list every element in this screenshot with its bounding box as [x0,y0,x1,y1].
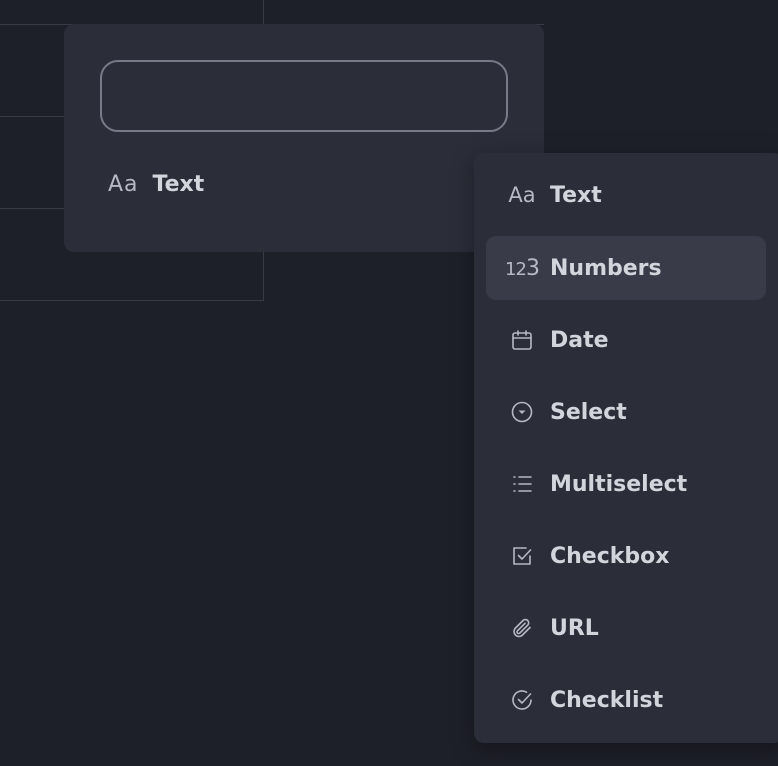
property-type-label: Text [152,171,205,197]
property-type-menu: Aa Text 123 Numbers Date Select Multisel… [474,153,778,743]
text-icon: Aa [508,183,536,207]
menu-item-label: Checklist [550,687,664,713]
menu-item-label: Checkbox [550,543,670,569]
menu-item-multiselect[interactable]: Multiselect [486,452,766,516]
property-editor-panel: Aa Text [64,24,544,252]
select-icon [508,398,536,426]
app-stage: Aa Text Aa Text 123 Numbers Date Select … [0,0,778,766]
menu-item-text[interactable]: Aa Text [486,163,766,227]
menu-item-date[interactable]: Date [486,308,766,372]
menu-item-label: Date [550,327,609,353]
menu-item-label: Select [550,399,627,425]
grid-line [0,300,264,301]
menu-item-select[interactable]: Select [486,380,766,444]
menu-item-label: URL [550,615,599,641]
menu-item-checkbox[interactable]: Checkbox [486,524,766,588]
text-icon: Aa [108,171,139,197]
calendar-icon [508,326,536,354]
menu-item-label: Multiselect [550,471,688,497]
menu-item-label: Text [550,182,602,208]
list-icon [508,470,536,498]
menu-item-numbers[interactable]: 123 Numbers [486,236,766,300]
menu-item-checklist[interactable]: Checklist [486,668,766,732]
menu-item-label: Numbers [550,255,662,281]
checkbox-icon [508,542,536,570]
numbers-icon: 123 [505,255,540,281]
property-type-trigger[interactable]: Aa Text [108,166,204,202]
paperclip-icon [508,614,536,642]
menu-item-url[interactable]: URL [486,596,766,660]
check-circle-icon [508,686,536,714]
property-name-input[interactable] [100,60,508,132]
